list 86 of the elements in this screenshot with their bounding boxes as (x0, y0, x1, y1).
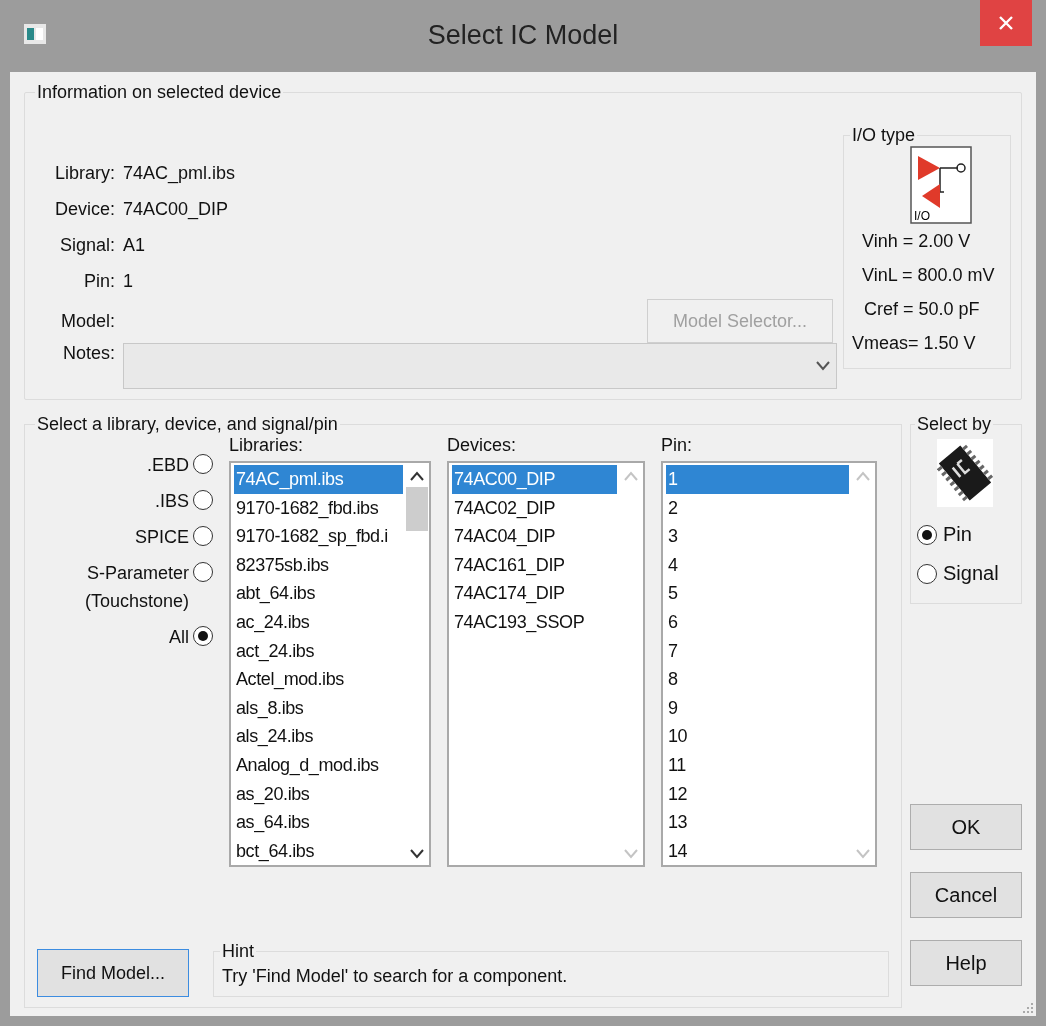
radio-label: S-Parameter (Touchstone) (83, 562, 189, 613)
field-label: Signal: (58, 234, 115, 256)
list-item[interactable]: 8 (666, 665, 849, 694)
list-item[interactable]: 1 (666, 465, 849, 494)
list-item[interactable]: 7 (666, 636, 849, 666)
list-item[interactable]: 74AC04_DIP (452, 522, 617, 551)
list-item[interactable]: 4 (666, 550, 849, 580)
radio-button[interactable] (917, 563, 937, 584)
list-item[interactable]: bct_64.ibs (234, 836, 403, 865)
list-item[interactable]: 74AC02_DIP (452, 493, 617, 523)
scroll-thumb[interactable] (406, 487, 428, 531)
radio-button[interactable] (193, 526, 213, 546)
radio-label: Pin (943, 523, 972, 546)
chevron-down-icon (816, 361, 830, 371)
list-item[interactable]: als_8.ibs (234, 693, 403, 723)
list-item[interactable]: Actel_mod.ibs (234, 665, 403, 694)
field-label: Notes: (61, 343, 115, 364)
dialog-button[interactable]: Cancel (910, 872, 1022, 918)
list-label: Libraries: (229, 435, 305, 457)
list-item[interactable]: 6 (666, 607, 849, 637)
radio-label: .IBS (155, 490, 189, 513)
list-item[interactable]: 3 (666, 522, 849, 551)
list-item[interactable]: 10 (666, 722, 849, 751)
group-title: Select a library, device, and signal/pin (36, 414, 339, 435)
radio-button[interactable] (193, 454, 213, 474)
hint-text: Try 'Find Model' to search for a component. (222, 965, 569, 988)
radio-button[interactable] (193, 626, 213, 646)
list-item[interactable]: 9 (666, 693, 849, 723)
radio-button[interactable] (917, 524, 937, 545)
radio-label: Signal (943, 562, 999, 585)
dialog-button[interactable]: OK (910, 804, 1022, 850)
group-title: I/O type (851, 125, 917, 146)
list-item[interactable]: 74AC_pml.ibs (234, 465, 403, 494)
field-value: 1 (123, 270, 133, 292)
list-item[interactable]: 12 (666, 779, 849, 809)
field-label: Library: (53, 162, 115, 184)
field-value: 74AC_pml.ibs (123, 162, 236, 184)
field-label: Pin: (82, 270, 115, 292)
list-item[interactable]: act_24.ibs (234, 636, 403, 666)
scroll-down-icon[interactable] (410, 849, 424, 859)
list-item[interactable]: as_20.ibs (234, 779, 403, 809)
io-reading: VinL = 800.0 mV (862, 264, 995, 287)
list-item[interactable]: als_24.ibs (234, 722, 403, 751)
field-label: Model: (59, 310, 115, 332)
io-reading: Cref = 50.0 pF (864, 298, 980, 321)
list-item[interactable]: abt_64.ibs (234, 579, 403, 608)
radio-button[interactable] (193, 562, 213, 582)
close-icon (999, 16, 1013, 30)
field-value: 74AC00_DIP (123, 198, 229, 220)
group-title: Hint (221, 941, 255, 962)
radio-button[interactable] (193, 490, 213, 510)
list-item[interactable]: as_64.ibs (234, 808, 403, 837)
find-model-button[interactable]: Find Model... (37, 949, 189, 997)
field-label: Device: (53, 198, 115, 220)
list-item[interactable]: 5 (666, 579, 849, 608)
close-button[interactable] (980, 0, 1032, 46)
group-title: Information on selected device (36, 82, 283, 103)
field-value: A1 (123, 234, 146, 256)
radio-label: .EBD (147, 454, 189, 477)
list-item[interactable]: 74AC193_SSOP (452, 607, 617, 637)
list-item[interactable]: 2 (666, 493, 849, 523)
io-buffer-icon: I/O (910, 146, 972, 224)
list-item[interactable]: Analog_d_mod.ibs (234, 750, 403, 780)
list-item[interactable]: 74AC174_DIP (452, 579, 617, 608)
dialog-button[interactable]: Help (910, 940, 1022, 986)
list-label: Pin: (661, 435, 694, 457)
list-item[interactable]: 14 (666, 836, 849, 865)
list-item[interactable]: 11 (666, 750, 849, 780)
list-item[interactable]: 74AC161_DIP (452, 550, 617, 580)
list-item[interactable]: 13 (666, 808, 849, 837)
list-item[interactable]: 82375sb.ibs (234, 550, 403, 580)
resize-grip-icon (1022, 1002, 1034, 1014)
app-icon (24, 24, 46, 44)
list-item[interactable]: 9170-1682_sp_fbd.i (234, 522, 403, 551)
list-label: Devices: (447, 435, 518, 457)
radio-label: SPICE (134, 526, 189, 549)
chip-icon (937, 439, 993, 507)
list-item[interactable]: ac_24.ibs (234, 607, 403, 637)
window-title: Select IC Model (426, 20, 620, 51)
list-item[interactable]: 9170-1682_fbd.ibs (234, 493, 403, 523)
io-reading: Vinh = 2.00 V (862, 230, 971, 253)
io-reading: Vmeas= 1.50 V (852, 332, 976, 355)
radio-label: All (169, 626, 189, 649)
group-title: Select by (916, 414, 993, 435)
list-item[interactable]: 74AC00_DIP (452, 465, 617, 494)
scroll-up-icon[interactable] (410, 471, 424, 481)
